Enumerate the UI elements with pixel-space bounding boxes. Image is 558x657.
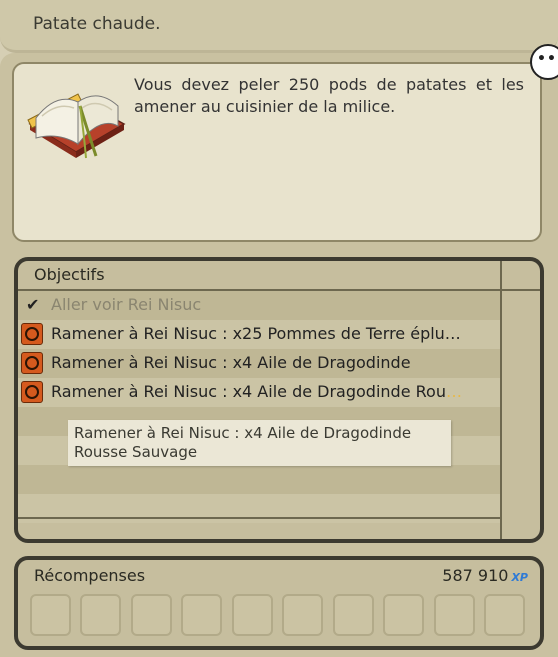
checkmark-icon: ✔ [26, 295, 40, 314]
quest-title-bar: Patate chaude. [0, 0, 558, 53]
quest-title: Patate chaude. [33, 14, 161, 34]
objective-text: Ramener à Rei Nisuc : x25 Pommes de Terr… [51, 324, 461, 343]
compass-target-icon [21, 352, 43, 374]
objective-row[interactable]: Ramener à Rei Nisuc : x25 Pommes de Terr… [18, 320, 500, 349]
xp-reward: 587 910 XP [442, 566, 528, 585]
compass-target-icon [21, 381, 43, 403]
speech-bubble-icon[interactable]: ••• [530, 44, 558, 80]
objectives-scroll-divider [500, 261, 502, 539]
objectives-title: Objectifs [34, 265, 105, 284]
objective-row[interactable]: Ramener à Rei Nisuc : x4 Aile de Dragodi… [18, 349, 500, 378]
chat-dots: ••• [537, 51, 558, 67]
objectives-panel: Objectifs ✔ Aller voir Rei Nisuc Ramener… [14, 257, 544, 543]
reward-slot[interactable] [484, 594, 525, 636]
reward-slot[interactable] [181, 594, 222, 636]
reward-slot[interactable] [131, 594, 172, 636]
objective-text: Ramener à Rei Nisuc : x4 Aile de Dragodi… [51, 382, 462, 401]
truncation-ellipsis: … [445, 382, 462, 401]
objectives-divider [18, 517, 500, 519]
reward-slot[interactable] [30, 594, 71, 636]
reward-slot[interactable] [434, 594, 475, 636]
xp-icon: XP [511, 571, 528, 584]
rewards-panel: Récompenses 587 910 XP [14, 556, 544, 650]
objectives-header: Objectifs [18, 261, 540, 291]
objective-tooltip: Ramener à Rei Nisuc : x4 Aile de Dragodi… [68, 420, 451, 466]
open-book-icon [27, 93, 126, 159]
tooltip-line-1: Ramener à Rei Nisuc : x4 Aile de Dragodi… [74, 424, 412, 442]
objective-text: Aller voir Rei Nisuc [51, 295, 202, 314]
reward-slot[interactable] [333, 594, 374, 636]
objective-text: Ramener à Rei Nisuc : x4 Aile de Dragodi… [51, 353, 411, 372]
reward-slot[interactable] [282, 594, 323, 636]
xp-value: 587 910 [442, 566, 509, 585]
reward-slot[interactable] [383, 594, 424, 636]
tooltip-line-2: Rousse Sauvage [74, 443, 198, 461]
reward-slot[interactable] [232, 594, 273, 636]
objective-row[interactable]: Ramener à Rei Nisuc : x4 Aile de Dragodi… [18, 378, 500, 407]
empty-row [18, 465, 500, 494]
quest-description: Vous devez peler 250 pods de patates et … [134, 75, 524, 116]
quest-description-box: Vous devez peler 250 pods de patates et … [12, 62, 542, 242]
reward-slot[interactable] [80, 594, 121, 636]
rewards-title: Récompenses [34, 566, 146, 585]
objective-row[interactable]: ✔ Aller voir Rei Nisuc [18, 291, 500, 320]
compass-target-icon [21, 323, 43, 345]
